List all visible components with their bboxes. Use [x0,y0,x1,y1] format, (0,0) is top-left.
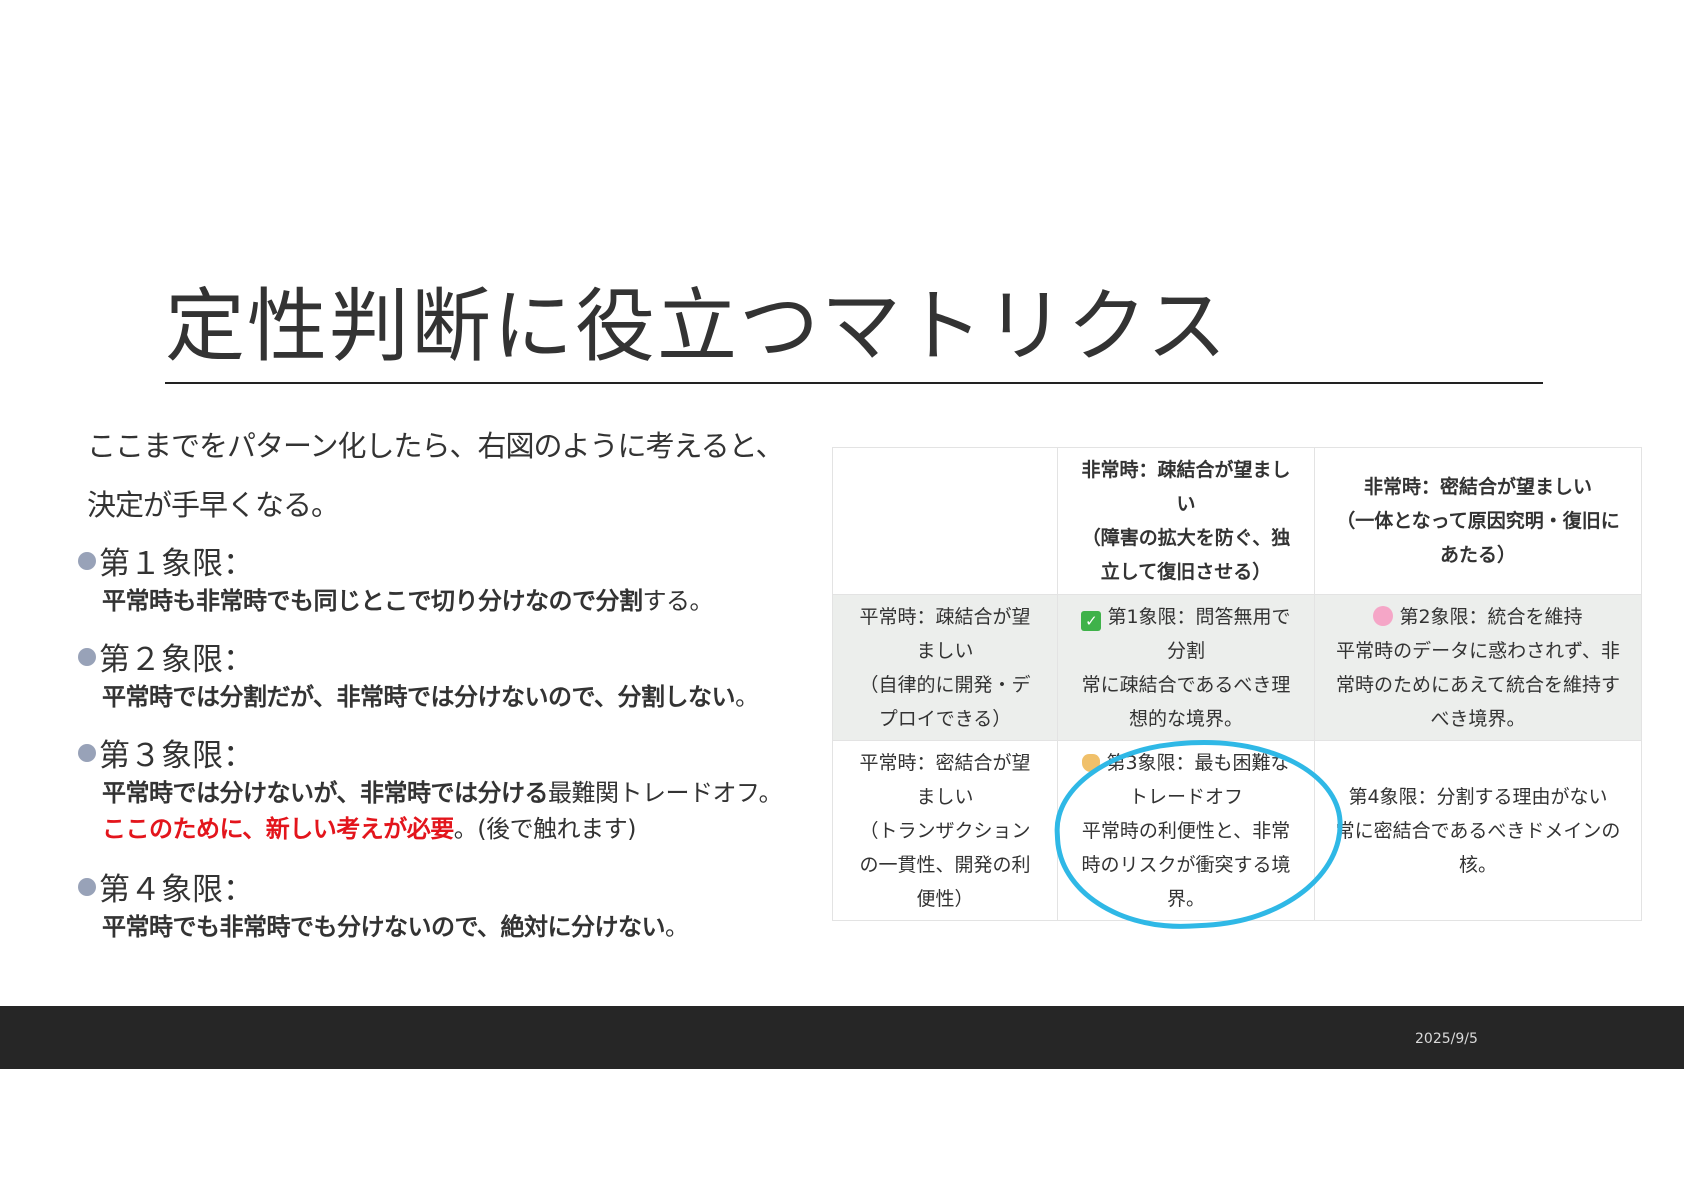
quadrant-2-head: 第２象限： [99,642,254,678]
brain-icon [1373,605,1394,626]
matrix-cell-q2: 第2象限：統合を維持 平常時のデータに惑わされず、非 常時のためにあえて統合を維持す… [1314,594,1642,741]
quadrant-2-bold: 平常時では分割だが、非常時では分けないので、分割しない [102,683,736,711]
quadrant-3-head: 第３象限： [99,738,254,774]
quadrant-4-tail: 。 [665,913,689,941]
matrix-cell-q3: 第3象限：最も困難な トレードオフ 平常時の利便性と、非常 時のリスクが衝突する境 界。 [1057,740,1315,921]
quadrant-4-head: 第４象限： [99,872,254,908]
matrix-corner-cell [832,447,1058,595]
quadrant-1-tail: する。 [642,587,714,615]
matrix-row-header-tight: 平常時：密結合が望 ましい （トランザクション の一貫性、開発の利 便性） [832,740,1058,921]
title-divider [165,382,1543,384]
quadrant-2-tail: 。 [735,683,759,711]
quadrant-4-item: 第４象限： 平常時でも非常時でも分けないので、絶対に分けない。 [78,864,689,945]
quadrant-1-bold: 平常時も非常時でも同じとこで切り分けなので分割 [102,587,643,615]
footer-date: 2025/9/5 [1415,1031,1478,1047]
quadrant-3-tail2: 。(後で触れます) [453,815,637,843]
quadrant-1-item: 第１象限： 平常時も非常時でも同じとこで切り分けなので分割する。 [78,538,713,619]
quadrant-matrix-table: 非常時：疎結合が望ましい（障害の拡大を防ぐ、独 立して復旧させる） 非常時：密結合… [832,447,1642,921]
matrix-cell-q1: ✓ 第1象限：問答無用で 分割 常に疎結合であるべき理 想的な境界。 [1057,594,1315,741]
quadrant-3-red-note: ここのために、新しい考えが必要 [102,815,454,843]
bullet-icon [78,551,96,570]
slide-title: 定性判断に役立つマトリクス [165,280,1229,373]
quadrant-2-item: 第２象限： 平常時では分割だが、非常時では分けないので、分割しない。 [78,634,759,715]
matrix-col-header-loose: 非常時：疎結合が望ましい（障害の拡大を防ぐ、独 立して復旧させる） [1057,447,1315,595]
quadrant-3-tail: 最難関トレードオフ。 [548,779,783,807]
matrix-cell-q4: 第4象限：分割する理由がない 常に密結合であるべきドメインの 核。 [1314,740,1642,921]
check-mark-icon: ✓ [1081,610,1102,631]
bullet-icon [78,877,96,896]
intro-line-2: 決定が手早くなる。 [87,488,340,522]
bullet-icon [78,743,96,762]
balance-scale-icon [1082,753,1101,772]
bullet-icon [78,647,96,666]
quadrant-3-bold: 平常時では分けないが、非常時では分ける [102,779,549,807]
quadrant-4-bold: 平常時でも非常時でも分けないので、絶対に分けない [102,913,666,941]
matrix-col-header-tight: 非常時：密結合が望ましい （一体となって原因究明・復旧に あたる） [1314,447,1642,595]
quadrant-3-item: 第３象限： 平常時では分けないが、非常時では分ける最難関トレードオフ。 ここのた… [78,730,783,847]
intro-line-1: ここまでをパターン化したら、右図のように考えると、 [87,429,785,463]
quadrant-1-head: 第１象限： [99,546,254,582]
matrix-row-header-loose: 平常時：疎結合が望 ましい （自律的に開発・デ プロイできる） [832,594,1058,741]
